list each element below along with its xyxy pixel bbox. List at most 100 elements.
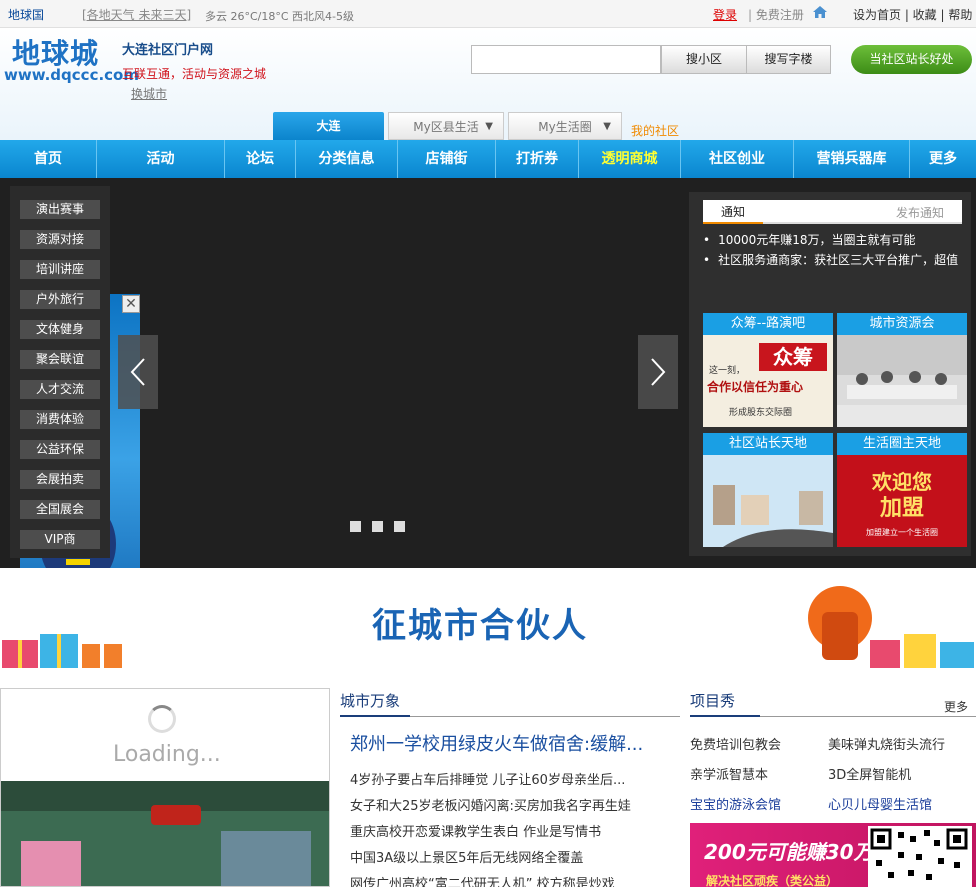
search-input[interactable] (471, 45, 661, 74)
news-item[interactable]: 网传广州高校“富二代研无人机” 校方称是炒戏 (350, 873, 670, 887)
project-item[interactable]: 亲学派智慧本 (690, 764, 768, 783)
svg-text:加盟: 加盟 (879, 496, 924, 521)
main-nav: 首页 活动 论坛 分类信息 店铺街 打折券 透明商城 社区创业 营销兵器库 更多 (0, 140, 976, 178)
svg-text:欢迎您: 欢迎您 (871, 470, 932, 494)
welcome-join-image: 欢迎您 加盟 加盟建立一个生活圈 (837, 455, 967, 547)
tab-my-circle[interactable]: My生活圈 ▼ (508, 112, 622, 140)
city-news-heading[interactable]: 城市万象 (340, 690, 400, 711)
logo-url[interactable]: www.dqccc.com (4, 66, 139, 84)
left-category-menu: 演出赛事 资源对接 培训讲座 户外旅行 文体健身 聚会联谊 人才交流 消费体验 … (10, 186, 110, 558)
menu-item[interactable]: 文体健身 (20, 320, 100, 339)
site-slogan: 互联互通，活动与资源之城 (122, 67, 267, 81)
brand-link[interactable]: 地球国 (8, 6, 44, 23)
project-item[interactable]: 心贝儿母婴生活馆 (828, 794, 932, 813)
menu-item[interactable]: 培训讲座 (20, 260, 100, 279)
menu-item[interactable]: 全国展会 (20, 500, 100, 519)
projects-more-link[interactable]: 更多 (944, 698, 968, 715)
weather-links[interactable]: [各地天气 未来三天] (82, 6, 191, 23)
svg-text:这一刻，: 这一刻， (709, 364, 745, 376)
nav-item-more[interactable]: 更多 (910, 140, 976, 178)
nav-item-marketing[interactable]: 营销兵器库 (794, 140, 910, 178)
project-ad-subtext: 解决社区顽疾（类公益） (706, 874, 839, 887)
tab-notice[interactable]: 通知 (703, 200, 763, 224)
news-item[interactable]: 重庆高校开恋爱课教学生表白 作业是写情书 (350, 821, 670, 840)
right-links[interactable]: 设为首页 | 收藏 | 帮助 (853, 6, 972, 23)
search-community-button[interactable]: 搜小区 (661, 45, 747, 74)
projects-heading[interactable]: 项目秀 (690, 690, 735, 711)
nav-item-mall[interactable]: 透明商城 (579, 140, 681, 178)
post-notice-link[interactable]: 发布通知 (896, 204, 944, 221)
project-item[interactable]: 宝宝的游泳会馆 (690, 794, 781, 813)
slide-dot[interactable] (372, 521, 383, 532)
city-news-underline (340, 715, 410, 717)
close-ad-icon[interactable]: ✕ (122, 295, 140, 313)
menu-item[interactable]: 消费体验 (20, 410, 100, 429)
fist-gifts-right-icon (808, 586, 974, 668)
tile-admin-world[interactable]: 社区站长天地 (703, 433, 833, 547)
tile-city-resources[interactable]: 城市资源会 (837, 313, 967, 427)
news-item[interactable]: 女子和大25岁老板闪婚闪离:买房加我名字再生娃 (350, 795, 670, 814)
svg-text:合作以信任为重心: 合作以信任为重心 (707, 379, 803, 394)
header: 地球城 www.dqccc.com 大连社区门户网 互联互通，活动与资源之城 换… (0, 28, 976, 140)
project-ad-text: 200元可能赚30万 (704, 840, 874, 864)
chevron-left-icon (130, 358, 145, 386)
tab-city[interactable]: 大连 (273, 112, 384, 140)
menu-item[interactable]: VIP商 (20, 530, 100, 549)
notice-tabs: 通知 发布通知 (703, 200, 962, 224)
news-headline[interactable]: 郑州一学校用绿皮火车做宿舍:缓解... (350, 730, 643, 756)
slide-dots (350, 521, 416, 535)
svg-text:加盟建立一个生活圈: 加盟建立一个生活圈 (866, 527, 938, 537)
caret-down-icon: ▼ (603, 121, 611, 132)
divider (410, 716, 680, 717)
nav-item-forum[interactable]: 论坛 (225, 140, 296, 178)
menu-item[interactable]: 户外旅行 (20, 290, 100, 309)
menu-item[interactable]: 资源对接 (20, 230, 100, 249)
svg-text:众筹: 众筹 (773, 345, 813, 369)
menu-item[interactable]: 会展拍卖 (20, 470, 100, 489)
project-item[interactable]: 3D全屏智能机 (828, 764, 911, 783)
news-item[interactable]: 4岁孙子要占车后排睡觉 儿子让60岁母亲坐后... (350, 769, 670, 788)
nav-item-shops[interactable]: 店铺街 (398, 140, 496, 178)
nav-item-classifieds[interactable]: 分类信息 (296, 140, 398, 178)
login-link[interactable]: 登录 (713, 6, 737, 23)
slide-dot[interactable] (350, 521, 361, 532)
loading-spinner-icon (148, 705, 176, 733)
register-link[interactable]: | 免费注册 (748, 6, 804, 23)
city-buildings-image (703, 455, 833, 547)
change-city-link[interactable]: 换城市 (131, 85, 167, 102)
gift-boxes-left-icon (2, 634, 122, 668)
nav-item-startup[interactable]: 社区创业 (681, 140, 794, 178)
slide-next-button[interactable] (638, 335, 678, 409)
project-item[interactable]: 免费培训包教会 (690, 734, 781, 753)
tile-crowdfunding[interactable]: 众筹--路演吧 众筹 这一刻， 合作以信任为重心 形成股东交际圈 (703, 313, 833, 427)
notice-item[interactable]: 10000元年赚18万，当圈主就有可能 (703, 231, 965, 248)
loading-text: Loading... (113, 742, 221, 767)
svg-text:形成股东交际圈: 形成股东交际圈 (729, 406, 792, 418)
top-bar: 地球国 [各地天气 未来三天] 多云 26°C/18°C 西北风4-5级 登录 … (0, 0, 976, 28)
chevron-right-icon (651, 358, 666, 386)
tab-my-district[interactable]: My区县生活 ▼ (388, 112, 504, 140)
notice-item[interactable]: 社区服务通商家：获社区三大平台推广，超值 (703, 251, 965, 268)
divider (760, 716, 976, 717)
my-community-link[interactable]: 我的社区 (631, 122, 679, 139)
slide-prev-button[interactable] (118, 335, 158, 409)
project-item[interactable]: 美味弹丸烧街头流行 (828, 734, 945, 753)
menu-item[interactable]: 人才交流 (20, 380, 100, 399)
slide-dot[interactable] (394, 521, 405, 532)
home-icon[interactable] (812, 5, 828, 19)
news-item[interactable]: 中国3A级以上景区5年后无线网络全覆盖 (350, 847, 670, 866)
menu-item[interactable]: 聚会联谊 (20, 350, 100, 369)
promo-title[interactable]: 征城市合伙人 (372, 598, 588, 647)
meeting-image (837, 335, 967, 427)
crowdfunding-image: 众筹 这一刻， 合作以信任为重心 形成股东交际圈 (703, 335, 833, 427)
menu-item[interactable]: 公益环保 (20, 440, 100, 459)
become-admin-button[interactable]: 当社区站长好处 (851, 45, 972, 74)
nav-item-activity[interactable]: 活动 (97, 140, 225, 178)
caret-down-icon: ▼ (485, 121, 493, 132)
nav-item-coupons[interactable]: 打折券 (496, 140, 579, 178)
search-office-button[interactable]: 搜写字楼 (746, 45, 831, 74)
street-photo (1, 781, 329, 886)
tile-circle-owner[interactable]: 生活圈主天地 欢迎您 加盟 加盟建立一个生活圈 (837, 433, 967, 547)
nav-item-home[interactable]: 首页 (0, 140, 97, 178)
menu-item[interactable]: 演出赛事 (20, 200, 100, 219)
